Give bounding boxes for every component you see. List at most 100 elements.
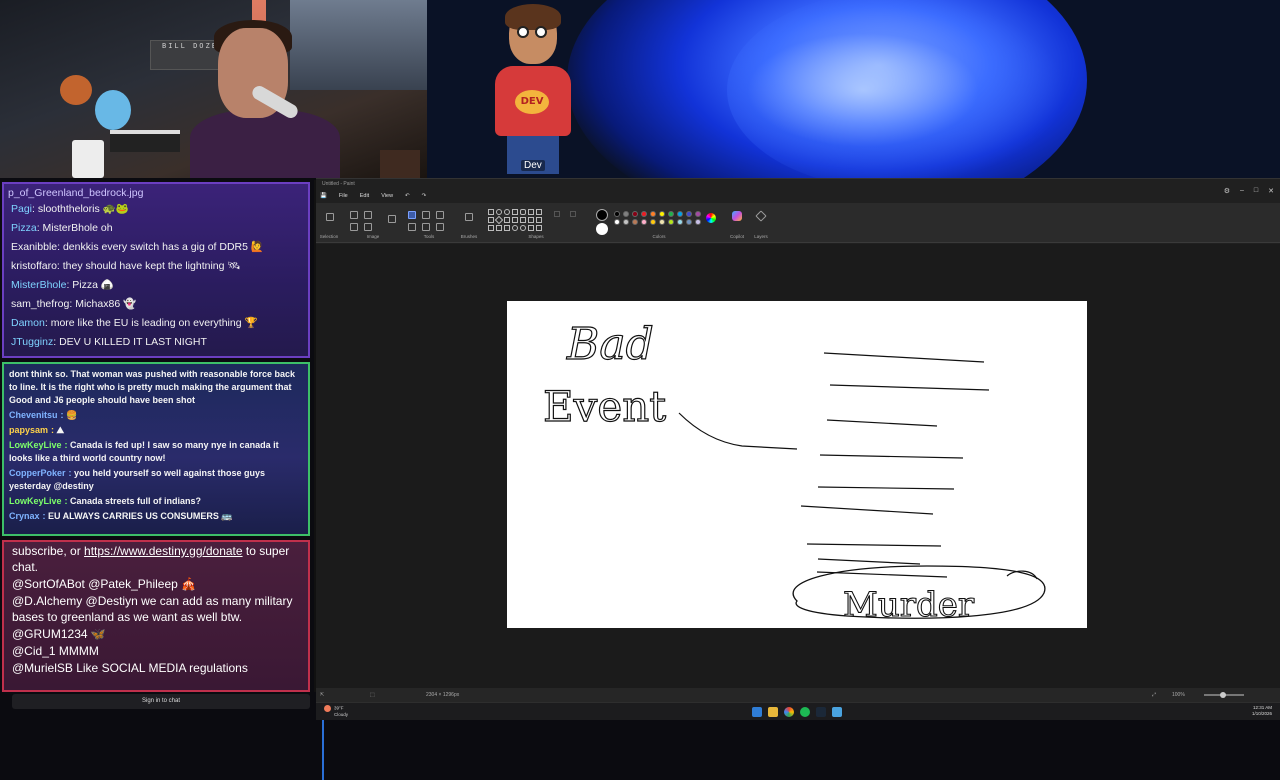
magnifier-icon[interactable] — [436, 223, 444, 231]
shape-oval-callout-icon[interactable] — [520, 225, 526, 231]
menu-save-icon[interactable]: 💾 — [320, 189, 327, 203]
shape-outline-icon[interactable] — [554, 211, 560, 217]
shape-arrow-left-icon[interactable] — [528, 217, 534, 223]
shape-polygon-icon[interactable] — [528, 209, 534, 215]
palette-color-swatch[interactable] — [686, 219, 692, 225]
chat-username[interactable]: @MurielSB — [12, 661, 73, 675]
shape-righttri-icon[interactable] — [488, 217, 494, 223]
chat-username[interactable]: Damon — [11, 317, 45, 329]
weather-widget[interactable]: 39°F Cloudy — [324, 705, 348, 718]
chat-username[interactable]: JTugginz — [11, 336, 53, 348]
steam-icon[interactable] — [816, 707, 826, 717]
shape-curve-icon[interactable] — [496, 209, 502, 215]
shape-hexagon-icon[interactable] — [512, 217, 518, 223]
palette-color-swatch[interactable] — [695, 219, 701, 225]
paint-app-icon[interactable] — [832, 707, 842, 717]
chat-username[interactable]: kristoffaro — [11, 260, 57, 272]
zoom-knob[interactable] — [1220, 692, 1226, 698]
palette-color-swatch[interactable] — [641, 211, 647, 217]
file-explorer-icon[interactable] — [768, 707, 778, 717]
chat-username[interactable]: papysam — [9, 425, 48, 435]
redo-icon[interactable]: ↷ — [422, 189, 427, 203]
shape-heart-icon[interactable] — [536, 225, 542, 231]
spotify-icon[interactable] — [800, 707, 810, 717]
system-tray[interactable]: 12:31 AM 1/10/2026 — [1252, 705, 1272, 717]
palette-color-swatch[interactable] — [650, 211, 656, 217]
chrome-icon[interactable] — [784, 707, 794, 717]
palette-color-swatch[interactable] — [677, 211, 683, 217]
palette-color-swatch[interactable] — [623, 219, 629, 225]
sign-in-button[interactable]: Sign in to chat — [12, 694, 310, 709]
palette-color-swatch[interactable] — [668, 211, 674, 217]
layers-icon[interactable] — [755, 210, 767, 222]
palette-color-swatch[interactable] — [632, 211, 638, 217]
palette-color-swatch[interactable] — [695, 211, 701, 217]
palette-color-swatch[interactable] — [677, 219, 683, 225]
flip-icon[interactable] — [364, 223, 372, 231]
shape-line-icon[interactable] — [488, 209, 494, 215]
color-picker-icon[interactable] — [422, 223, 430, 231]
shape-star4-icon[interactable] — [488, 225, 494, 231]
pencil-icon[interactable] — [408, 211, 416, 219]
menu-file[interactable]: File — [339, 189, 348, 203]
shape-pentagon-icon[interactable] — [504, 217, 510, 223]
chat-username[interactable]: @SortOfABot — [12, 577, 85, 591]
undo-icon[interactable]: ↶ — [405, 189, 410, 203]
chat-username[interactable]: @D.Alchemy — [12, 594, 82, 608]
chat-username[interactable]: Pagi — [11, 203, 32, 215]
fit-icon[interactable]: ⤢ — [1152, 688, 1156, 702]
chat-username[interactable]: Crynax — [9, 511, 40, 521]
settings-icon[interactable]: ⚙ — [1224, 187, 1230, 195]
palette-color-swatch[interactable] — [668, 219, 674, 225]
shape-star6-icon[interactable] — [504, 225, 510, 231]
close-icon[interactable]: ✕ — [1268, 187, 1274, 195]
shape-roundrect-icon[interactable] — [520, 209, 526, 215]
select-rect-icon[interactable] — [326, 213, 334, 221]
chat-panel-primary[interactable]: p_of_Greenland_bedrock.jpg Pagi: slootht… — [2, 182, 310, 358]
minimize-icon[interactable]: – — [1240, 187, 1244, 195]
shape-diamond-icon[interactable] — [494, 215, 504, 225]
chat-username[interactable]: LowKeyLive — [9, 440, 62, 450]
crop-icon[interactable] — [350, 211, 358, 219]
chat-username[interactable]: LowKeyLive — [9, 496, 62, 506]
shape-rect-icon[interactable] — [512, 209, 518, 215]
palette-color-swatch[interactable] — [641, 219, 647, 225]
chat-username[interactable]: sam_thefrog — [11, 298, 69, 310]
menu-view[interactable]: View — [381, 189, 393, 203]
drawing-canvas[interactable]: Bad Event Murder — [507, 301, 1087, 628]
edit-colors-icon[interactable] — [706, 213, 716, 223]
chat-username[interactable]: Exanibble — [11, 241, 57, 253]
primary-color-swatch[interactable] — [596, 209, 608, 221]
zoom-level[interactable]: 100% — [1172, 688, 1185, 702]
palette-color-swatch[interactable] — [686, 211, 692, 217]
chat-username[interactable]: Pizza — [11, 222, 37, 234]
chat-username[interactable]: Chevenitsu — [9, 410, 58, 420]
chat-username[interactable]: CopperPoker — [9, 468, 66, 478]
chat-username[interactable]: @GRUM1234 — [12, 627, 88, 641]
palette-color-swatch[interactable] — [632, 219, 638, 225]
brush-icon[interactable] — [465, 213, 473, 221]
palette-color-swatch[interactable] — [623, 211, 629, 217]
select-icon[interactable] — [388, 215, 396, 223]
shape-cloud-icon[interactable] — [528, 225, 534, 231]
chat-link-text[interactable]: p_of_Greenland_bedrock.jpg — [4, 184, 308, 200]
maximize-icon[interactable]: □ — [1254, 187, 1258, 195]
palette-color-swatch[interactable] — [659, 219, 665, 225]
shape-star5-icon[interactable] — [496, 225, 502, 231]
shape-triangle-icon[interactable] — [536, 209, 542, 215]
chat-panel-youtube[interactable]: subscribe, or https://www.destiny.gg/don… — [2, 540, 310, 692]
menu-edit[interactable]: Edit — [360, 189, 369, 203]
palette-color-swatch[interactable] — [650, 219, 656, 225]
paint-window[interactable]: Untitled - Paint ⚙ – □ ✕ 💾 File Edit Vie… — [316, 178, 1280, 702]
canvas-workspace[interactable]: Bad Event Murder — [316, 244, 1280, 689]
shape-arrow-up-icon[interactable] — [536, 217, 542, 223]
chat-username[interactable]: @Cid_1 — [12, 644, 56, 658]
rotate-icon[interactable] — [350, 223, 358, 231]
shape-arrow-right-icon[interactable] — [520, 217, 526, 223]
chat-panel-secondary[interactable]: dont think so. That woman was pushed wit… — [2, 362, 310, 536]
donate-link[interactable]: https://www.destiny.gg/donate — [84, 544, 243, 558]
text-icon[interactable] — [436, 211, 444, 219]
palette-color-swatch[interactable] — [614, 211, 620, 217]
shape-callout-icon[interactable] — [512, 225, 518, 231]
chat-username[interactable]: MisterBhole — [11, 279, 66, 291]
